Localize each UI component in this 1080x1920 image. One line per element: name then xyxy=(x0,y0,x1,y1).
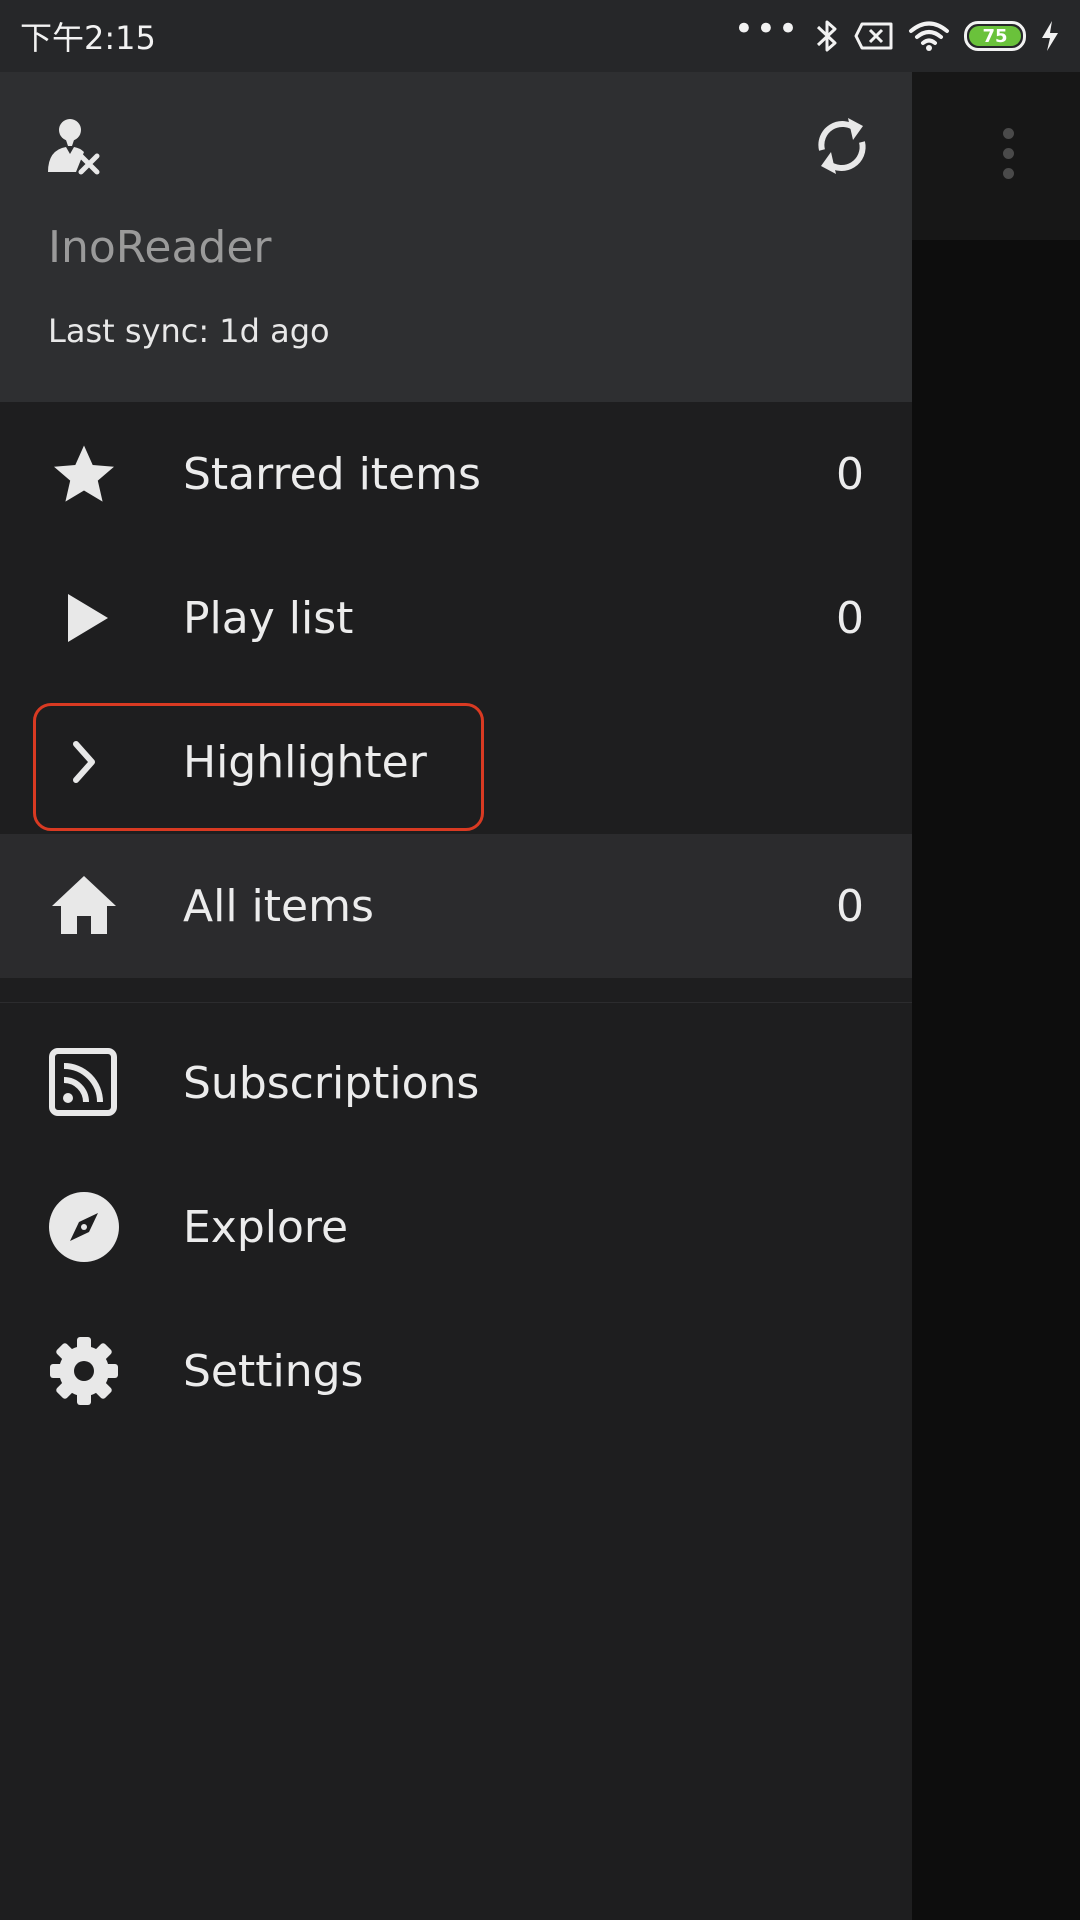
rss-icon xyxy=(48,1047,120,1119)
secondary-nav: Subscriptions Explore Settings xyxy=(0,1011,912,1443)
compass-icon xyxy=(48,1191,120,1263)
sim-off-icon xyxy=(854,21,894,51)
app-name: InoReader xyxy=(48,222,272,273)
home-icon xyxy=(48,870,120,942)
chevron-right-icon xyxy=(48,726,120,798)
nav-item-highlighter[interactable]: Highlighter xyxy=(0,690,912,834)
nav-count: 0 xyxy=(836,880,864,932)
star-icon xyxy=(48,438,120,510)
nav-item-starred[interactable]: Starred items 0 xyxy=(0,402,912,546)
last-sync-text: Last sync: 1d ago xyxy=(48,312,330,350)
charging-icon xyxy=(1040,20,1060,52)
nav-label: Highlighter xyxy=(183,736,427,788)
nav-item-all-items[interactable]: All items 0 xyxy=(0,834,912,978)
overflow-menu-icon[interactable] xyxy=(995,128,1021,188)
nav-count: 0 xyxy=(836,592,864,644)
nav-item-subscriptions[interactable]: Subscriptions xyxy=(0,1011,912,1155)
navigation-drawer: InoReader Last sync: 1d ago Starred item… xyxy=(0,72,912,1920)
drawer-header: InoReader Last sync: 1d ago xyxy=(0,72,912,402)
status-time: 下午2:15 xyxy=(20,19,156,57)
primary-nav: Starred items 0 Play list 0 Highlighter xyxy=(0,402,912,978)
nav-label: Starred items xyxy=(183,448,481,500)
gear-icon xyxy=(48,1335,120,1407)
status-bar: 下午2:15 ••• 75 xyxy=(0,0,1080,72)
nav-label: Explore xyxy=(183,1201,349,1253)
nav-item-explore[interactable]: Explore xyxy=(0,1155,912,1299)
screen: 下午2:15 ••• 75 InoReader Last sync: 1d ag… xyxy=(0,0,1080,1920)
account-remove-icon[interactable] xyxy=(46,116,102,176)
drawer-divider xyxy=(0,1002,912,1003)
battery-icon: 75 xyxy=(964,21,1026,51)
nav-label: Subscriptions xyxy=(183,1057,480,1109)
play-icon xyxy=(48,582,120,654)
bluetooth-icon xyxy=(814,18,840,54)
nav-label: Settings xyxy=(183,1345,364,1397)
nav-item-play-list[interactable]: Play list 0 xyxy=(0,546,912,690)
sync-icon[interactable] xyxy=(812,110,872,182)
status-icons: ••• 75 xyxy=(734,12,1060,54)
more-dots-icon: ••• xyxy=(733,9,800,49)
nav-label: Play list xyxy=(183,592,354,644)
nav-count: 0 xyxy=(836,448,864,500)
battery-level: 75 xyxy=(969,26,1021,47)
nav-item-settings[interactable]: Settings xyxy=(0,1299,912,1443)
nav-label: All items xyxy=(183,880,374,932)
wifi-icon xyxy=(908,20,950,52)
